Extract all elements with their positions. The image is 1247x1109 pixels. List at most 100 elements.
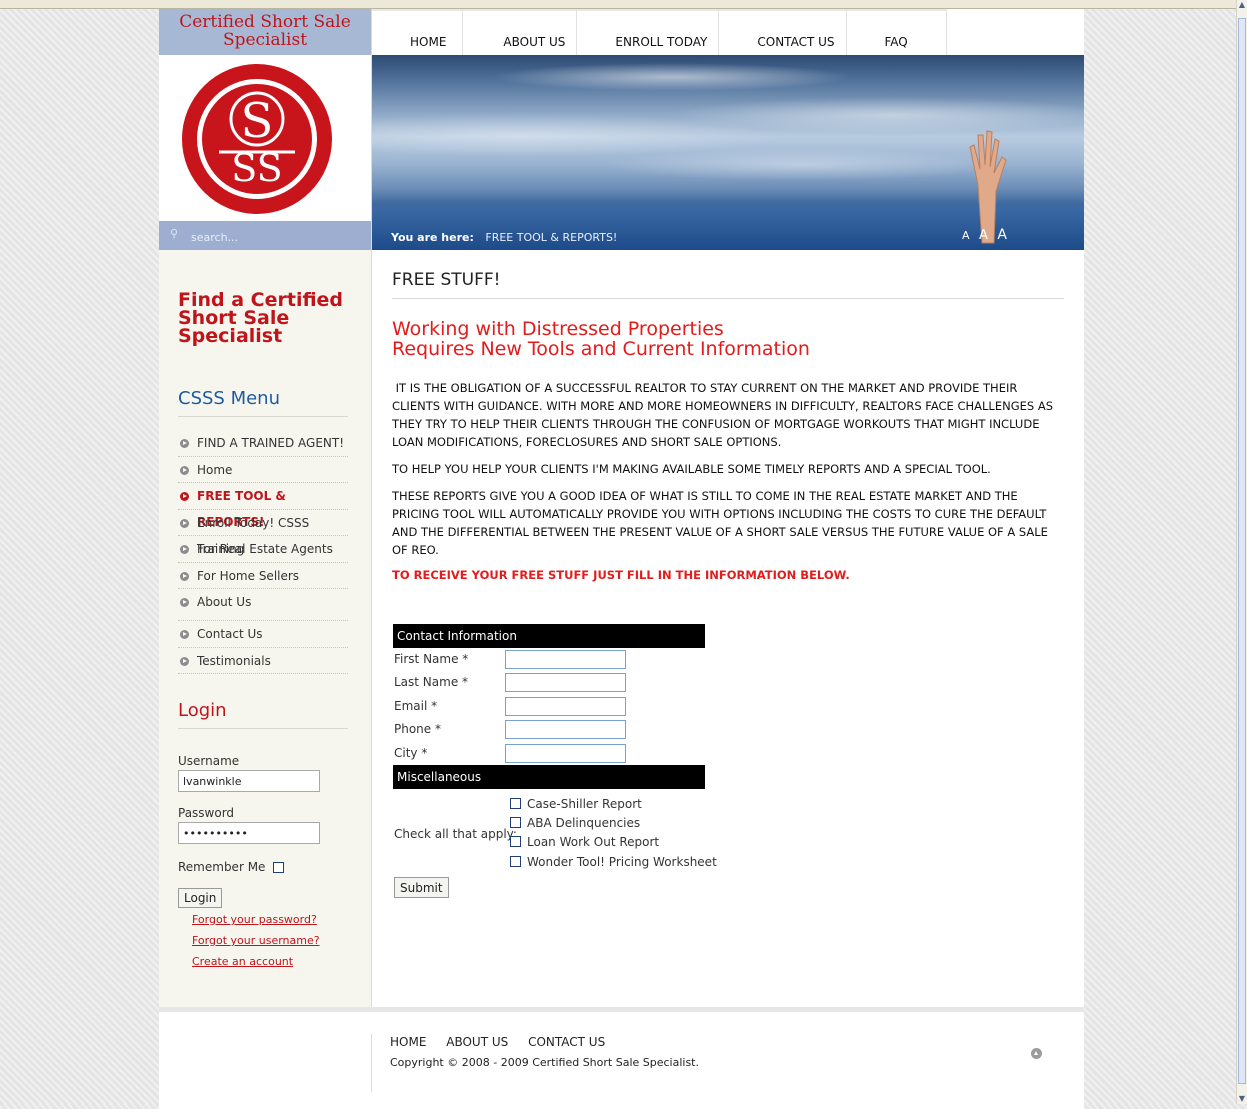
search-icon: ⚲ [170,227,179,240]
vertical-scrollbar[interactable]: ▲ ▼ [1236,0,1247,1104]
phone-input[interactable] [505,720,626,740]
nav-faq[interactable]: FAQ [845,9,947,55]
font-size-medium[interactable]: A [979,228,991,243]
find-specialist-heading[interactable]: Find a Certified Short Sale Specialist [178,291,358,346]
checkbox[interactable] [510,816,521,828]
nav-home[interactable]: HOME [372,9,463,55]
email-input[interactable] [505,696,626,716]
last-name-input[interactable] [505,673,626,693]
page-wrapper: Certified Short Sale Specialist S SS ⚲ F… [159,9,1084,1109]
scroll-down-arrow-icon[interactable]: ▼ [1237,1094,1247,1104]
scrollbar-thumb[interactable] [1238,18,1246,1084]
header-banner: You are here: FREE TOOL & REPORTS! A A A [372,55,1084,250]
heading-line-1: Working with Distressed Properties [392,318,724,340]
menu-item-label: For Real Estate Agents [197,542,333,556]
nav-enroll-today[interactable]: ENROLL TODAY [576,9,719,55]
menu-item-about[interactable]: About Us [178,589,348,621]
password-input[interactable] [178,822,320,844]
main-content: FREE STUFF! Working with Distressed Prop… [392,264,1064,582]
menu-item-find-agent[interactable]: FIND A TRAINED AGENT! [178,430,348,457]
create-account-link[interactable]: Create an account [192,955,293,968]
back-to-top-icon[interactable] [1031,1048,1042,1059]
menu-item-testimonials[interactable]: Testimonials [178,648,348,674]
bullet-arrow-icon [180,598,189,607]
remember-me-row: Remember Me [178,860,285,874]
menu-item-home[interactable]: Home [178,457,348,483]
field-label: First Name * [394,652,469,666]
option-case-shiller[interactable]: Case-Shiller Report [510,797,642,811]
footer-divider [371,1034,372,1092]
left-sidebar: Certified Short Sale Specialist S SS ⚲ F… [159,9,372,1007]
footer-link-home[interactable]: HOME [390,1035,426,1049]
menu-item-label: For Home Sellers [197,568,300,583]
footer-link-about[interactable]: ABOUT US [446,1035,508,1049]
city-input[interactable] [505,743,626,763]
username-label: Username [178,754,240,768]
menu-item-free-tool[interactable]: FREE TOOL & REPORTS! [178,483,348,529]
menu-item-label: About Us [197,595,252,609]
field-label: Phone * [394,722,441,737]
pricing-paragraph: These reports give you a good idea of wh… [392,489,1048,557]
site-brand[interactable]: Certified Short Sale Specialist [159,9,371,55]
font-size-large[interactable]: A [997,227,1010,243]
option-wonder-tool[interactable]: Wonder Tool! Pricing Worksheet [510,855,717,869]
checkbox[interactable] [510,797,521,809]
scroll-up-arrow-icon[interactable]: ▲ [1237,0,1247,10]
bullet-arrow-icon [180,518,189,528]
submit-button[interactable]: Submit [394,877,449,898]
menu-item-enroll[interactable]: Enroll Today! CSSS Training [178,510,348,556]
csss-logo[interactable]: S SS [181,63,333,215]
field-row-last-name: Last Name * [393,671,705,694]
logo-area: S SS [159,55,371,221]
option-loan-workout[interactable]: Loan Work Out Report [510,835,659,849]
brand-line-2: Specialist [222,30,308,50]
menu-item-sellers[interactable]: For Home Sellers [178,563,348,589]
login-button[interactable]: Login [178,888,223,908]
reports-paragraph: To help you help your clients I'm making… [392,462,991,476]
footer-links: HOME ABOUT US CONTACT US [390,1035,621,1049]
field-label: Email * [394,698,438,713]
breadcrumb-current[interactable]: FREE TOOL & REPORTS! [485,231,617,244]
forgot-password-link[interactable]: Forgot your password? [192,913,317,926]
checkbox[interactable] [510,855,521,867]
first-name-input[interactable] [505,650,626,669]
field-label: City * [394,745,428,760]
main-nav: HOME ABOUT US ENROLL TODAY CONTACT US FA… [372,9,947,55]
field-row-phone: Phone * [393,718,705,741]
misc-header: Miscellaneous [393,764,705,789]
username-input[interactable] [178,770,320,792]
page-title: FREE STUFF! [392,264,1064,299]
remember-me-checkbox[interactable] [273,862,285,873]
option-aba[interactable]: ABA Delinquencies [510,816,640,830]
bullet-arrow-icon [180,571,189,581]
check-all-label: Check all that apply: [394,826,517,841]
content-heading: Working with Distressed Properties Requi… [392,319,1064,359]
font-size-controls: A A A [962,227,1010,243]
free-stuff-form: Contact Information First Name * Last Na… [393,624,717,898]
logo-letters-bottom: SS [231,146,282,190]
menu-item-agents[interactable]: For Real Estate Agents [178,536,348,563]
font-size-small[interactable]: A [962,229,973,242]
option-label: Case-Shiller Report [527,796,642,811]
footer-link-contact[interactable]: CONTACT US [528,1035,605,1049]
nav-about-us[interactable]: ABOUT US [462,9,577,55]
menu-item-label: FIND A TRAINED AGENT! [197,436,345,450]
field-row-email: Email * [393,695,705,718]
misc-options: Check all that apply: Case-Shiller Repor… [393,789,717,881]
nav-contact-us[interactable]: CONTACT US [718,9,846,55]
menu-item-contact[interactable]: Contact Us [178,621,348,648]
contact-info-header: Contact Information [393,624,705,648]
login-title: Login [178,700,348,729]
bullet-arrow-icon [180,630,189,639]
option-label: Loan Work Out Report [527,834,660,849]
field-row-first-name: First Name * [393,648,705,671]
bullet-arrow-icon [180,492,189,501]
forgot-username-link[interactable]: Forgot your username? [192,934,320,947]
heading-line-2: Requires New Tools and Current Informati… [392,338,810,360]
search-bar: ⚲ [159,221,371,250]
search-input[interactable] [189,228,363,246]
logo-letters-top: S [241,93,274,149]
bullet-arrow-icon [180,465,189,475]
checkbox[interactable] [510,835,521,847]
menu-title: CSSS Menu [178,388,348,417]
